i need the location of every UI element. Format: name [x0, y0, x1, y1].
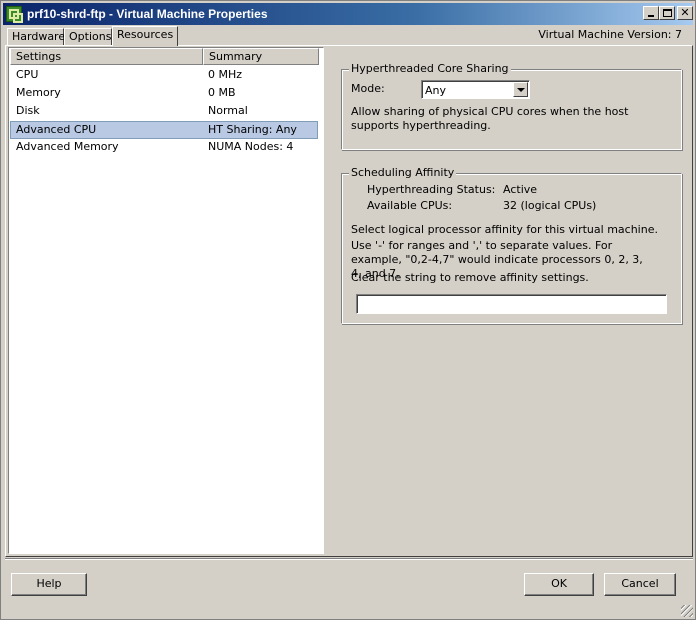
ht-status-label: Hyperthreading Status: — [367, 183, 496, 196]
setting-summary: 0 MHz — [208, 68, 243, 81]
maximize-button[interactable] — [659, 6, 675, 20]
settings-row-advanced-cpu[interactable]: Advanced CPU HT Sharing: Any — [10, 121, 318, 139]
affinity-input[interactable] — [356, 294, 667, 314]
available-cpus-label: Available CPUs: — [367, 199, 453, 212]
setting-name: Advanced Memory — [16, 140, 119, 153]
column-header-settings[interactable]: Settings — [10, 48, 203, 65]
title-bar[interactable]: prf10-shrd-ftp - Virtual Machine Propert… — [3, 3, 693, 25]
help-button[interactable]: Help — [11, 573, 87, 596]
resize-grip-icon[interactable] — [681, 605, 693, 617]
settings-row-cpu[interactable]: CPU 0 MHz — [10, 66, 318, 84]
minimize-icon — [648, 15, 654, 17]
affinity-instruction-select: Select logical processor affinity for th… — [351, 223, 658, 236]
settings-list[interactable]: Settings Summary CPU 0 MHz Memory 0 MB D… — [8, 47, 324, 554]
cancel-button[interactable]: Cancel — [604, 573, 676, 596]
tab-hardware[interactable]: Hardware — [7, 28, 65, 45]
maximize-icon — [663, 9, 672, 17]
settings-row-advanced-memory[interactable]: Advanced Memory NUMA Nodes: 4 — [10, 138, 318, 156]
setting-name: Disk — [16, 104, 40, 117]
close-icon: ✕ — [680, 6, 690, 19]
mode-select[interactable]: Any — [421, 80, 530, 99]
available-cpus-value: 32 (logical CPUs) — [503, 199, 597, 212]
setting-summary: NUMA Nodes: 4 — [208, 140, 294, 153]
tab-resources[interactable]: Resources — [112, 26, 178, 46]
setting-summary: HT Sharing: Any — [208, 123, 297, 136]
ht-sharing-description: Allow sharing of physical CPU cores when… — [351, 105, 629, 132]
setting-name: CPU — [16, 68, 39, 81]
chevron-down-icon[interactable] — [513, 82, 528, 97]
settings-list-header: Settings Summary — [10, 48, 322, 65]
mode-label: Mode: — [351, 82, 385, 95]
settings-row-memory[interactable]: Memory 0 MB — [10, 84, 318, 102]
vm-version-label: Virtual Machine Version: 7 — [538, 28, 682, 41]
ht-sharing-legend: Hyperthreaded Core Sharing — [349, 62, 511, 75]
column-header-summary[interactable]: Summary — [203, 48, 319, 65]
window-title: prf10-shrd-ftp - Virtual Machine Propert… — [27, 7, 268, 21]
setting-summary: Normal — [208, 104, 248, 117]
button-separator — [5, 558, 693, 560]
mode-select-value: Any — [425, 84, 447, 97]
scheduling-affinity-legend: Scheduling Affinity — [349, 166, 457, 179]
vm-properties-window: prf10-shrd-ftp - Virtual Machine Propert… — [0, 0, 696, 620]
setting-name: Advanced CPU — [16, 123, 97, 136]
ok-button[interactable]: OK — [524, 573, 594, 596]
minimize-button[interactable] — [643, 6, 659, 20]
setting-name: Memory — [16, 86, 61, 99]
setting-summary: 0 MB — [208, 86, 236, 99]
close-button[interactable]: ✕ — [677, 6, 693, 20]
vm-app-icon — [6, 6, 23, 23]
ht-status-value: Active — [503, 183, 538, 196]
affinity-instruction-clear: Clear the string to remove affinity sett… — [351, 271, 589, 284]
tab-options[interactable]: Options — [64, 28, 112, 45]
settings-row-disk[interactable]: Disk Normal — [10, 102, 318, 120]
